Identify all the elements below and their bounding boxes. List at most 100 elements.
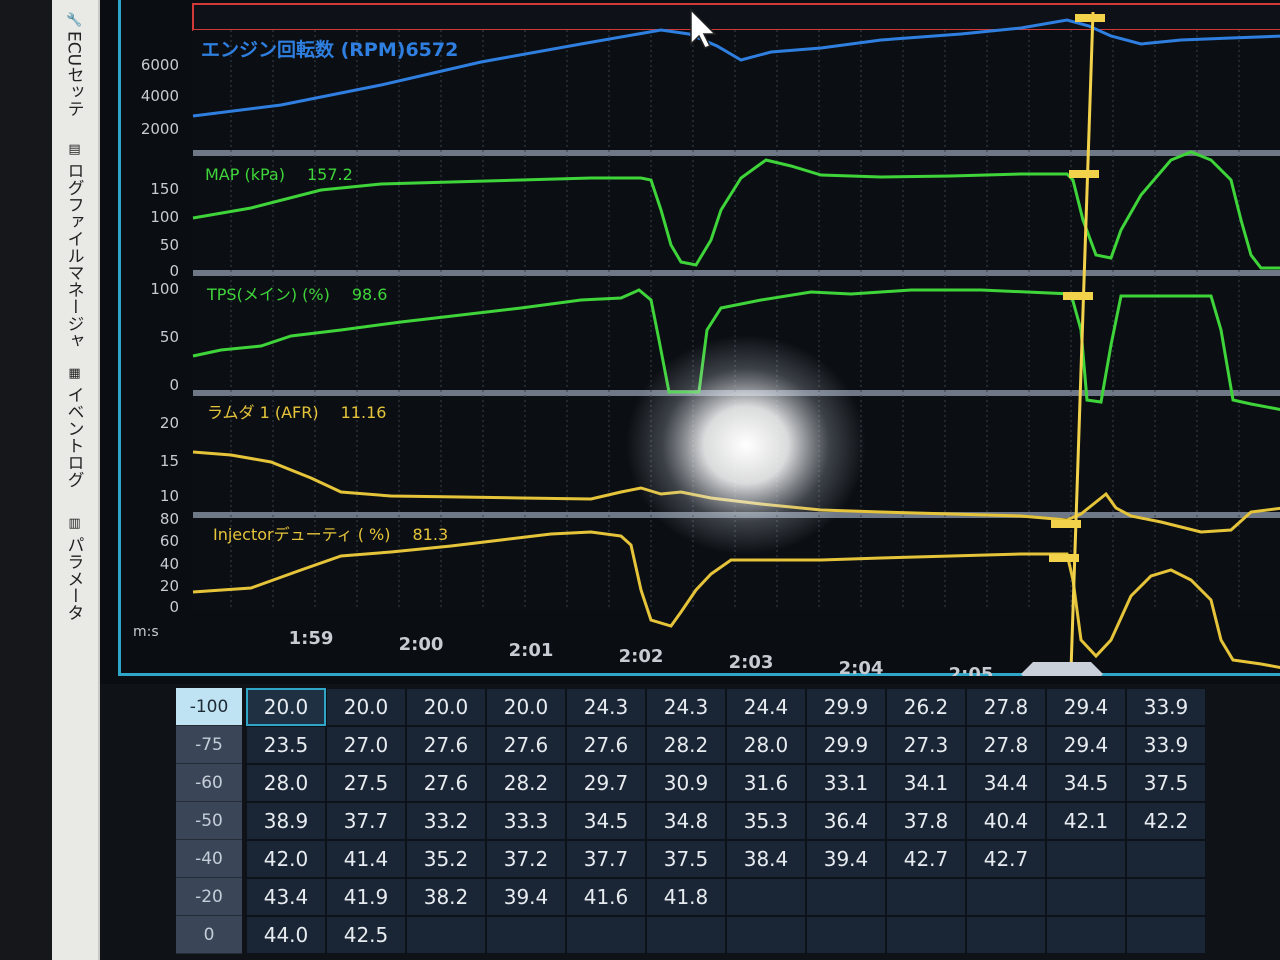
table-cell[interactable]: 34.5 [566,802,646,840]
table-cell[interactable] [1126,878,1206,916]
table-row-header[interactable]: -40 [176,840,242,878]
table-cell[interactable]: 42.7 [886,840,966,878]
table-row-header[interactable]: -75 [176,726,242,764]
table-cell[interactable]: 20.0 [406,688,486,726]
table-cell[interactable]: 20.0 [246,688,326,726]
table-cell[interactable]: 34.8 [646,802,726,840]
table-cell[interactable]: 31.6 [726,764,806,802]
table-cell[interactable]: 41.4 [326,840,406,878]
table-row-header[interactable]: -100 [176,688,242,726]
table-cell[interactable]: 42.7 [966,840,1046,878]
table-cell[interactable]: 44.0 [246,916,326,954]
log-graph[interactable]: エンジン回転数 (RPM)6572 MAP (kPa) 157.2 TPS(メイン… [121,0,1280,676]
table-cell[interactable]: 42.0 [246,840,326,878]
table-cell[interactable]: 27.8 [966,726,1046,764]
table-cell[interactable] [1126,840,1206,878]
table-cell[interactable]: 37.5 [1126,764,1206,802]
table-cell[interactable]: 36.4 [806,802,886,840]
table-cell[interactable]: 43.4 [246,878,326,916]
table-cell[interactable]: 34.5 [1046,764,1126,802]
table-cell[interactable] [566,916,646,954]
table-cell[interactable] [1126,916,1206,954]
table-cell[interactable]: 33.2 [406,802,486,840]
table-cell[interactable]: 27.3 [886,726,966,764]
table-cell[interactable]: 35.2 [406,840,486,878]
table-row-header[interactable]: -20 [176,878,242,916]
table-cell[interactable]: 28.0 [726,726,806,764]
map-table[interactable]: -100 20.0 20.0 20.0 20.0 24.3 24.3 24.4 29.9 26.2… [100,684,1280,960]
table-cell[interactable] [726,916,806,954]
tab-parameters[interactable]: ▥ パラメータ [56,508,92,628]
table-cell[interactable]: 33.9 [1126,726,1206,764]
table-cell[interactable]: 24.4 [726,688,806,726]
table-cell[interactable]: 41.8 [646,878,726,916]
table-cell[interactable] [806,916,886,954]
table-cell[interactable]: 28.0 [246,764,326,802]
log-chart[interactable]: エンジン回転数 (RPM)6572 MAP (kPa) 157.2 TPS(メイン… [118,0,1280,676]
table-cell[interactable]: 37.8 [886,802,966,840]
table-cell[interactable]: 33.9 [1126,688,1206,726]
table-cell[interactable]: 42.1 [1046,802,1126,840]
table-cell[interactable] [646,916,726,954]
table-cell[interactable] [966,878,1046,916]
table-cell[interactable]: 34.1 [886,764,966,802]
table-cell[interactable] [1046,916,1126,954]
time-tick-label: 2:01 [509,640,554,661]
table-cell[interactable]: 27.5 [326,764,406,802]
table-cell[interactable]: 27.6 [486,726,566,764]
table-cell[interactable]: 27.6 [406,726,486,764]
table-cell[interactable]: 33.3 [486,802,566,840]
table-cell[interactable]: 27.8 [966,688,1046,726]
table-cell[interactable]: 23.5 [246,726,326,764]
table-cell[interactable]: 29.9 [806,688,886,726]
tab-ecu-settings[interactable]: 🔧 ECUセッテ [56,4,92,124]
table-cell[interactable]: 24.3 [646,688,726,726]
table-cell[interactable] [1046,840,1126,878]
table-cell[interactable] [966,916,1046,954]
table-cell[interactable]: 27.6 [566,726,646,764]
table-cell[interactable]: 42.2 [1126,802,1206,840]
table-cell[interactable]: 39.4 [486,878,566,916]
table-cell[interactable]: 27.0 [326,726,406,764]
table-cell[interactable]: 26.2 [886,688,966,726]
table-cell[interactable]: 40.4 [966,802,1046,840]
table-cell[interactable]: 37.5 [646,840,726,878]
table-cell[interactable]: 41.6 [566,878,646,916]
table-cell[interactable] [806,878,886,916]
table-cell[interactable] [486,916,566,954]
table-cell[interactable]: 41.9 [326,878,406,916]
table-row-header[interactable]: 0 [176,916,242,954]
table-cell[interactable]: 20.0 [326,688,406,726]
table-cell[interactable]: 30.9 [646,764,726,802]
table-cell[interactable]: 35.3 [726,802,806,840]
table-cell[interactable] [1046,878,1126,916]
table-cell[interactable]: 29.9 [806,726,886,764]
table-cell[interactable]: 38.4 [726,840,806,878]
table-row-header[interactable]: -50 [176,802,242,840]
table-cell[interactable]: 29.4 [1046,726,1126,764]
timeline-scroll-handle[interactable] [1021,662,1103,676]
table-cell[interactable]: 37.2 [486,840,566,878]
table-cell[interactable]: 20.0 [486,688,566,726]
table-cell[interactable]: 33.1 [806,764,886,802]
table-cell[interactable]: 39.4 [806,840,886,878]
table-cell[interactable]: 28.2 [486,764,566,802]
tab-event-log[interactable]: ▦ イベントログ [56,362,92,492]
table-cell[interactable] [886,878,966,916]
table-cell[interactable]: 24.3 [566,688,646,726]
table-cell[interactable]: 27.6 [406,764,486,802]
tab-log-file-manager[interactable]: ▤ ログファイルマネージャ [56,140,92,350]
table-cell[interactable]: 37.7 [566,840,646,878]
table-cell[interactable]: 29.4 [1046,688,1126,726]
table-cell[interactable] [406,916,486,954]
table-cell[interactable]: 38.9 [246,802,326,840]
table-cell[interactable]: 42.5 [326,916,406,954]
table-row-header[interactable]: -60 [176,764,242,802]
table-cell[interactable]: 28.2 [646,726,726,764]
table-cell[interactable]: 29.7 [566,764,646,802]
table-cell[interactable]: 38.2 [406,878,486,916]
table-cell[interactable] [886,916,966,954]
table-cell[interactable]: 34.4 [966,764,1046,802]
table-cell[interactable]: 37.7 [326,802,406,840]
table-cell[interactable] [726,878,806,916]
